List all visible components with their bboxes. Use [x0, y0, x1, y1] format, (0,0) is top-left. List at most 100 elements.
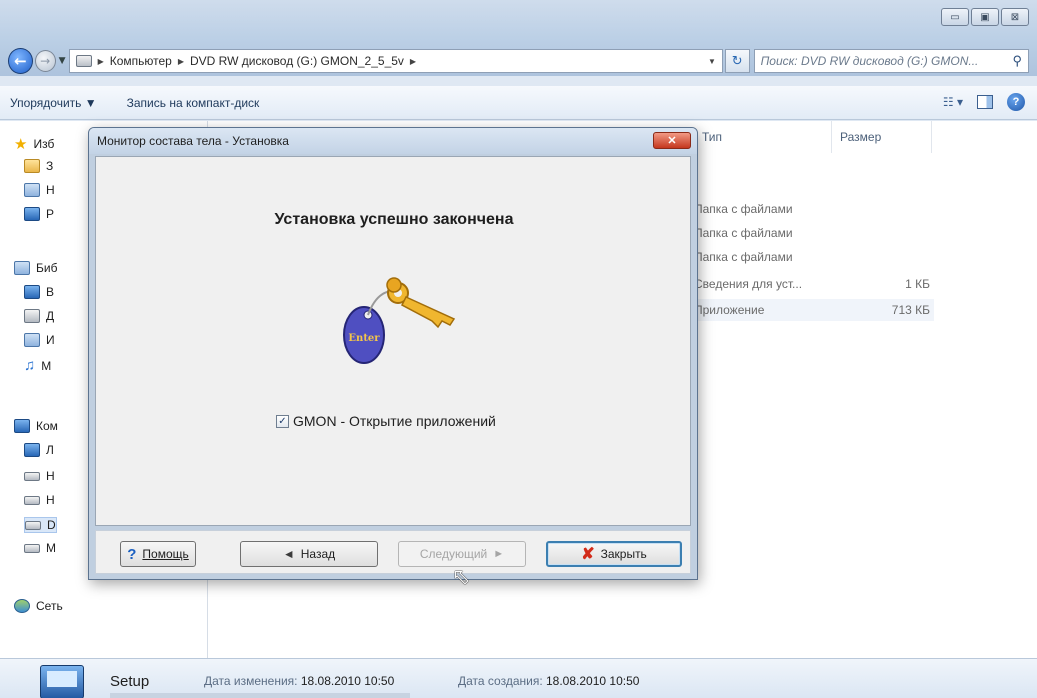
- column-header-size[interactable]: Размер: [832, 121, 932, 153]
- star-icon: ★: [14, 136, 28, 153]
- nav-libraries[interactable]: Биб: [14, 261, 57, 275]
- search-icon[interactable]: ⚲: [1012, 53, 1022, 69]
- explorer-titlebar: ▭ ▣ ⊠ ← → ▼ ▶ Компьютер ▶ DVD RW дисково…: [0, 0, 1037, 76]
- nav-computer[interactable]: Ком: [14, 419, 58, 433]
- minimize-button[interactable]: ▭: [941, 8, 969, 26]
- chevron-right-icon[interactable]: ▶: [410, 57, 416, 66]
- burn-to-disc-button[interactable]: Запись на компакт-диск: [127, 96, 260, 110]
- installer-dialog: Монитор состава тела - Установка ✕ Устан…: [88, 127, 698, 580]
- created-label: Дата создания:: [458, 674, 543, 688]
- details-created: Дата создания: 18.08.2010 10:50: [458, 674, 639, 688]
- drive-icon: [75, 55, 92, 67]
- nav-favorites[interactable]: ★ Изб: [14, 135, 54, 153]
- folder-icon: [24, 159, 40, 173]
- back-arrow-icon[interactable]: ←: [8, 48, 33, 74]
- nav-comp-item-dvd[interactable]: D: [24, 517, 57, 533]
- preview-pane-icon[interactable]: [977, 95, 993, 109]
- desktop-icon: [24, 183, 40, 197]
- nav-fav-item[interactable]: Р: [24, 207, 54, 221]
- file-row-selected[interactable]: Приложение 713 КБ: [694, 299, 934, 321]
- dialog-body: Установка успешно закончена Enter ✓ GMON…: [95, 156, 691, 526]
- nav-label: Д: [46, 309, 55, 323]
- nav-label: Н: [46, 493, 55, 507]
- back-hand-icon: ◄: [282, 547, 295, 561]
- refresh-icon[interactable]: ↻: [724, 49, 750, 73]
- nav-network[interactable]: Сеть: [14, 599, 63, 613]
- breadcrumb-dvd-drive[interactable]: DVD RW дисковод (G:) GMON_2_5_5v: [190, 54, 404, 68]
- file-type: Папка с файлами: [694, 226, 793, 240]
- nav-lib-item[interactable]: И: [24, 333, 55, 347]
- breadcrumb-computer[interactable]: Компьютер: [110, 54, 172, 68]
- nav-lib-item[interactable]: ♫ М: [24, 357, 51, 374]
- nav-lib-item[interactable]: Д: [24, 309, 54, 323]
- details-modified: Дата изменения: 18.08.2010 10:50: [204, 674, 394, 688]
- completion-heading: Установка успешно закончена: [274, 211, 514, 228]
- dialog-title: Монитор состава тела - Установка: [97, 134, 289, 148]
- question-mark-icon: ?: [127, 545, 137, 563]
- column-header-type[interactable]: Тип: [694, 121, 832, 153]
- next-button[interactable]: Следующий ►: [398, 541, 526, 567]
- nav-fav-item[interactable]: Н: [24, 183, 55, 197]
- dialog-titlebar: Монитор состава тела - Установка ✕: [89, 128, 697, 154]
- file-row[interactable]: Папка с файлами: [694, 198, 934, 220]
- video-icon: [24, 285, 40, 299]
- search-input[interactable]: Поиск: DVD RW дисковод (G:) GMON... ⚲: [753, 49, 1029, 73]
- address-dropdown-icon[interactable]: ▼: [708, 57, 716, 66]
- nav-comp-item[interactable]: Н: [24, 469, 55, 483]
- nav-label: Сеть: [36, 599, 63, 613]
- command-toolbar: Упорядочить ▼ Запись на компакт-диск ☷ ▾…: [0, 86, 1037, 120]
- organize-menu[interactable]: Упорядочить ▼: [10, 96, 97, 110]
- chevron-right-icon[interactable]: ▶: [178, 57, 184, 66]
- nav-comp-item[interactable]: М: [24, 541, 56, 555]
- file-row[interactable]: Папка с файлами: [694, 246, 934, 268]
- nav-fav-item[interactable]: З: [24, 159, 53, 173]
- navigation-row: ← → ▼ ▶ Компьютер ▶ DVD RW дисковод (G:)…: [8, 48, 1029, 74]
- library-icon: [14, 261, 30, 275]
- dialog-close-button[interactable]: ✕: [653, 132, 691, 149]
- file-type: Папка с файлами: [694, 202, 793, 216]
- back-label: Назад: [300, 547, 336, 561]
- hard-disk-icon: [24, 543, 40, 553]
- file-row[interactable]: Папка с файлами: [694, 222, 934, 244]
- key-illustration-icon: Enter: [343, 277, 456, 364]
- nav-label: Биб: [36, 261, 58, 275]
- setup-app-icon: [40, 665, 84, 698]
- nav-label: Н: [46, 469, 55, 483]
- views-icon[interactable]: ☷ ▾: [943, 95, 963, 109]
- nav-label: Изб: [33, 137, 55, 151]
- close-button[interactable]: ✘ Закрыть: [546, 541, 682, 567]
- key-tag-text: Enter: [348, 333, 380, 344]
- maximize-button[interactable]: ▣: [971, 8, 999, 26]
- checkbox-checked-icon[interactable]: ✓: [276, 414, 289, 428]
- created-value: 18.08.2010 10:50: [546, 674, 640, 688]
- network-drive-icon: [24, 443, 40, 457]
- file-type: Сведения для уст...: [694, 277, 803, 291]
- close-label: Закрыть: [600, 547, 647, 561]
- toolbar-right: ☷ ▾ ?: [943, 93, 1025, 111]
- open-app-checkbox-row[interactable]: ✓ GMON - Открытие приложений: [276, 413, 496, 429]
- details-file-name: Setup: [110, 673, 150, 690]
- back-button[interactable]: ◄ Назад: [240, 541, 378, 567]
- hard-disk-icon: [24, 495, 40, 505]
- help-icon[interactable]: ?: [1007, 93, 1025, 111]
- mouse-cursor-icon: ⬁: [452, 565, 471, 590]
- file-row[interactable]: Сведения для уст... 1 КБ: [694, 273, 934, 295]
- nav-comp-item[interactable]: Л: [24, 443, 54, 457]
- network-icon: [14, 599, 30, 613]
- chevron-right-icon[interactable]: ▶: [98, 57, 104, 66]
- close-window-button[interactable]: ⊠: [1001, 8, 1029, 26]
- nav-comp-item[interactable]: Н: [24, 493, 55, 507]
- forward-arrow-icon[interactable]: →: [34, 50, 56, 72]
- file-size: 1 КБ: [905, 277, 930, 291]
- file-type: Папка с файлами: [694, 250, 793, 264]
- help-button[interactable]: ? Помощь: [120, 541, 196, 567]
- dialog-footer: ? Помощь ◄ Назад Следующий ► ✘ Закрыть: [95, 530, 691, 574]
- nav-label: D: [47, 518, 56, 532]
- checkbox-label[interactable]: GMON - Открытие приложений: [293, 413, 496, 429]
- history-dropdown-icon[interactable]: ▼: [59, 56, 66, 66]
- monitor-icon: [24, 207, 40, 221]
- window-controls: ▭ ▣ ⊠: [941, 8, 1029, 26]
- nav-lib-item[interactable]: В: [24, 285, 54, 299]
- modified-label: Дата изменения:: [204, 674, 298, 688]
- address-bar[interactable]: ▶ Компьютер ▶ DVD RW дисковод (G:) GMON_…: [68, 49, 723, 73]
